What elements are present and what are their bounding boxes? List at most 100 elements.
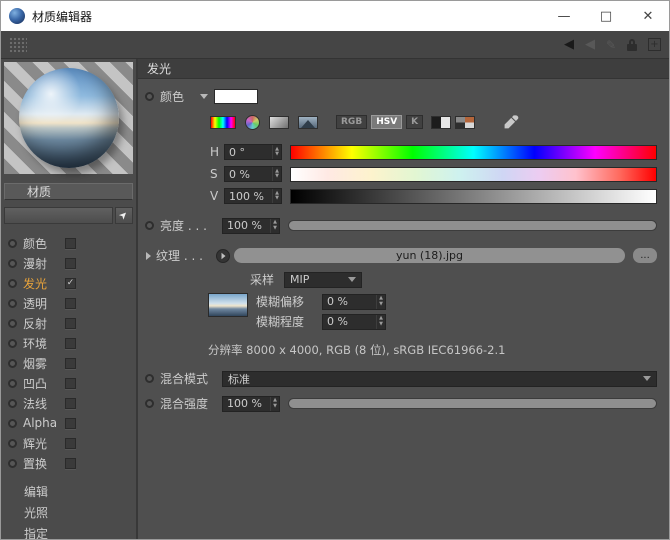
spinner-arrows-icon[interactable]: ▲▼ (376, 295, 385, 309)
chevron-down-icon (348, 277, 356, 282)
spectrum-picker-icon[interactable] (210, 116, 236, 129)
channel-ring-icon[interactable] (8, 299, 17, 308)
channel-ring-icon[interactable] (8, 419, 17, 428)
channel-checkbox[interactable] (65, 438, 76, 449)
channel-ring-icon[interactable] (8, 239, 17, 248)
swatch-mixer-icon[interactable] (431, 116, 451, 129)
sampling-dropdown[interactable]: MIP (284, 272, 362, 288)
sidebar-item-illumination[interactable]: 光照 (1, 502, 136, 523)
channel-checkbox[interactable]: ✓ (65, 278, 76, 289)
channel-ring-icon[interactable] (8, 259, 17, 268)
channel-color[interactable]: 颜色 (1, 233, 87, 253)
color-ring-icon[interactable] (145, 92, 154, 101)
history-forward-icon[interactable]: ◀ (585, 38, 595, 51)
mix-mode-dropdown[interactable]: 标准 (222, 371, 657, 387)
channel-checkbox[interactable] (65, 458, 76, 469)
channel-checkbox[interactable] (65, 298, 76, 309)
channel-transparency[interactable]: 透明 (1, 293, 87, 313)
spinner-arrows-icon[interactable]: ▲▼ (272, 189, 281, 203)
color-swatch[interactable] (214, 89, 258, 104)
blur-scale-row: 模糊程度 0 % ▲▼ (256, 313, 386, 330)
browse-button[interactable]: ... (633, 248, 657, 263)
close-button[interactable]: ✕ (627, 1, 669, 31)
image-picker-icon[interactable] (298, 116, 318, 129)
channel-checkbox[interactable] (65, 378, 76, 389)
brightness-spinner[interactable]: 100 % ▲▼ (222, 218, 280, 234)
texture-thumbnail[interactable] (208, 293, 248, 317)
pick-material-button[interactable]: ➤ (115, 207, 133, 224)
rgb-mode-button[interactable]: RGB (336, 115, 367, 129)
texture-expand-icon[interactable] (146, 252, 151, 260)
channel-ring-icon[interactable] (8, 399, 17, 408)
channel-displacement[interactable]: 置换 (1, 453, 87, 473)
mix-mode-ring-icon[interactable] (145, 374, 154, 383)
drag-grip[interactable] (9, 37, 27, 53)
history-back-icon[interactable]: ◀ (564, 38, 574, 51)
spinner-arrows-icon[interactable]: ▲▼ (272, 167, 281, 181)
material-preview[interactable] (4, 62, 133, 174)
blur-offset-spinner[interactable]: 0 % ▲▼ (322, 294, 386, 310)
add-icon[interactable]: + (648, 38, 661, 51)
channel-checkbox[interactable] (65, 398, 76, 409)
channel-checkbox[interactable] (65, 238, 76, 249)
hue-spinner[interactable]: 0 ° ▲▼ (224, 144, 282, 160)
channel-fog[interactable]: 烟雾 (1, 353, 87, 373)
material-name-field[interactable] (4, 207, 113, 224)
spinner-arrows-icon[interactable]: ▲▼ (270, 219, 279, 233)
texture-file-bar[interactable]: yun (18).jpg (234, 248, 625, 263)
eyedropper-icon[interactable] (503, 114, 519, 130)
brightness-slider[interactable] (288, 220, 657, 231)
hsv-mode-button[interactable]: HSV (371, 115, 402, 129)
resolution-text: 分辨率 8000 x 4000, RGB (8 位), sRGB IEC6196… (208, 342, 505, 358)
value-gradient-bar[interactable] (290, 189, 657, 204)
maximize-button[interactable]: □ (585, 1, 627, 31)
texture-shader-button[interactable] (216, 249, 230, 263)
mix-strength-spinner[interactable]: 100 % ▲▼ (222, 396, 280, 412)
lock-icon[interactable] (627, 39, 637, 51)
channel-checkbox[interactable] (65, 338, 76, 349)
channel-diffusion[interactable]: 漫射 (1, 253, 87, 273)
channel-normal[interactable]: 法线 (1, 393, 87, 413)
channel-glow[interactable]: 辉光 (1, 433, 87, 453)
channel-ring-icon[interactable] (8, 279, 17, 288)
k-mode-button[interactable]: K (406, 115, 423, 129)
channel-checkbox[interactable] (65, 258, 76, 269)
sidebar-item-edit[interactable]: 编辑 (1, 481, 136, 502)
hue-gradient-bar[interactable] (290, 145, 657, 160)
spinner-arrows-icon[interactable]: ▲▼ (272, 145, 281, 159)
channel-checkbox[interactable] (65, 418, 76, 429)
channel-reflectance[interactable]: 反射 (1, 313, 87, 333)
blur-scale-spinner[interactable]: 0 % ▲▼ (322, 314, 386, 330)
mix-strength-ring-icon[interactable] (145, 399, 154, 408)
channel-ring-icon[interactable] (8, 439, 17, 448)
mix-strength-slider[interactable] (288, 398, 657, 409)
channel-luminance[interactable]: 发光 ✓ (1, 273, 87, 293)
channel-ring-icon[interactable] (8, 339, 17, 348)
channel-ring-icon[interactable] (8, 359, 17, 368)
sidebar-item-assign[interactable]: 指定 (1, 523, 136, 540)
channel-ring-icon[interactable] (8, 379, 17, 388)
color-menu-arrow-icon[interactable] (200, 94, 208, 99)
mix-strength-label: 混合强度 (160, 395, 222, 412)
brightness-ring-icon[interactable] (145, 221, 154, 230)
picker-toolbar: RGB HSV K (138, 114, 657, 130)
edit-icon[interactable]: ✎ (606, 39, 616, 51)
swatch-quad-icon[interactable] (455, 116, 475, 129)
saturation-spinner[interactable]: 0 % ▲▼ (224, 166, 282, 182)
spinner-arrows-icon[interactable]: ▲▼ (376, 315, 385, 329)
channel-bump[interactable]: 凹凸 (1, 373, 87, 393)
gray-picker-icon[interactable] (269, 116, 289, 129)
channel-checkbox[interactable] (65, 318, 76, 329)
value-spinner[interactable]: 100 % ▲▼ (224, 188, 282, 204)
color-wheel-icon[interactable] (245, 115, 260, 130)
saturation-gradient-bar[interactable] (290, 167, 657, 182)
minimize-button[interactable]: — (543, 1, 585, 31)
color-row: 颜色 (138, 88, 657, 105)
channel-alpha[interactable]: Alpha (1, 413, 87, 433)
channel-checkbox[interactable] (65, 358, 76, 369)
spinner-arrows-icon[interactable]: ▲▼ (270, 397, 279, 411)
channel-ring-icon[interactable] (8, 319, 17, 328)
channel-environment[interactable]: 环境 (1, 333, 87, 353)
window-controls: — □ ✕ (543, 1, 669, 31)
channel-ring-icon[interactable] (8, 459, 17, 468)
